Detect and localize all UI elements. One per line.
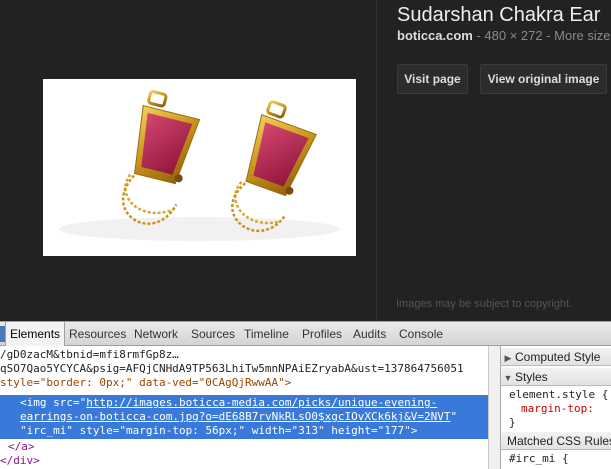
image-size-info: - 480 × 272 - More sizes xyxy=(472,28,611,43)
tab-audits[interactable]: Audits xyxy=(349,322,390,346)
tab-console[interactable]: Console xyxy=(395,322,447,346)
preview-image[interactable] xyxy=(43,79,356,256)
dom-line[interactable]: qSO7Qao5YCYCA&psig=AFQjCNHdA9TP563LhiTw5… xyxy=(0,362,464,376)
earrings-illustration xyxy=(43,79,356,256)
collapse-arrow-icon: ▼ xyxy=(503,373,513,383)
dom-line[interactable]: style="border: 0px;" data-ved="0CAgQjRww… xyxy=(0,376,291,390)
dom-tree: /gD0zacM&tbnid=mfi8rmfGp8z… qSO7Qao5YCYC… xyxy=(0,346,500,469)
selected-line-2: earrings-on-boticca-com.jpg?o=dE68B7rvNk… xyxy=(20,410,457,424)
image-preview-area xyxy=(0,0,376,321)
img-src-close: " xyxy=(450,410,458,423)
matched-css-rules-header[interactable]: Matched CSS Rules xyxy=(501,432,611,450)
devtools-panel: Elements Resources Network Sources Timel… xyxy=(0,321,611,469)
styles-label: Styles xyxy=(515,370,548,384)
devtools-toolbar: Elements Resources Network Sources Timel… xyxy=(0,321,611,346)
view-original-image-button[interactable]: View original image xyxy=(480,64,607,94)
dom-line[interactable]: /gD0zacM&tbnid=mfi8rmfGp8z… xyxy=(0,348,179,362)
visit-page-button[interactable]: Visit page xyxy=(397,64,468,94)
expand-arrow-icon: ▶ xyxy=(504,353,512,363)
tab-timeline[interactable]: Timeline xyxy=(240,322,293,346)
tab-profiles[interactable]: Profiles xyxy=(298,322,346,346)
computed-style-header[interactable]: ▶ Computed Style xyxy=(501,348,611,366)
selected-line-1: <img src="http://images.boticca-media.co… xyxy=(20,396,437,410)
tab-sources[interactable]: Sources xyxy=(187,322,239,346)
img-tag-open: <img src=" xyxy=(20,396,87,409)
irc-mi-rule[interactable]: #irc_mi { xyxy=(509,452,569,466)
selected-line-3: "irc_mi" style="margin-top: 56px;" width… xyxy=(20,424,418,437)
styles-sidebar: ▶ Computed Style ▼ Styles element.style { … xyxy=(500,346,611,469)
selected-dom-node[interactable]: <img src="http://images.boticca-media.co… xyxy=(0,395,488,439)
element-style-rule[interactable]: element.style { xyxy=(509,388,608,402)
copyright-notice: Images may be subject to copyright. xyxy=(396,298,573,310)
computed-style-label: Computed Style xyxy=(515,350,601,364)
rule-close-brace: } xyxy=(509,416,516,429)
margin-top-property[interactable]: margin-top: xyxy=(521,402,594,416)
img-src-link-cont[interactable]: earrings-on-boticca-com.jpg?o=dE68B7rvNk… xyxy=(20,410,450,423)
dom-scrollbar[interactable] xyxy=(488,346,500,469)
image-viewer: Sudarshan Chakra Ear boticca.com - 480 ×… xyxy=(0,0,611,321)
dom-line-close-a[interactable]: </a> xyxy=(8,440,35,454)
image-title[interactable]: Sudarshan Chakra Ear xyxy=(397,4,600,27)
image-meta: boticca.com - 480 × 272 - More sizes xyxy=(397,28,611,43)
dom-line-close-div[interactable]: </div> xyxy=(0,454,40,468)
img-src-link[interactable]: http://images.boticca-media.com/picks/un… xyxy=(86,396,437,409)
image-details-panel: Sudarshan Chakra Ear boticca.com - 480 ×… xyxy=(377,0,611,321)
styles-header[interactable]: ▼ Styles xyxy=(501,368,611,386)
image-domain[interactable]: boticca.com xyxy=(397,28,473,43)
tab-resources[interactable]: Resources xyxy=(65,322,130,346)
tab-network[interactable]: Network xyxy=(130,322,182,346)
tab-elements[interactable]: Elements xyxy=(5,322,66,346)
